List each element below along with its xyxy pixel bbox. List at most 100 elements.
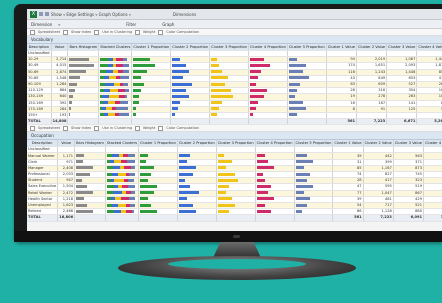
cluster-bar bbox=[211, 70, 223, 74]
stacked-segment bbox=[111, 154, 119, 158]
cluster-bar bbox=[288, 63, 306, 67]
title-bar: X Show ▿ Edge Settings ▿ Graph Options ▿… bbox=[27, 9, 442, 20]
spreadsheet-checkbox[interactable] bbox=[30, 125, 35, 131]
stacked-segment bbox=[127, 184, 135, 188]
stacked-segment bbox=[130, 166, 135, 170]
stacked-segment bbox=[108, 113, 116, 117]
show-index-checkbox[interactable] bbox=[63, 125, 69, 131]
stacked-cluster-cell bbox=[98, 62, 133, 70]
cluster-proportion-cell bbox=[131, 118, 172, 126]
cluster-bar bbox=[217, 191, 226, 195]
stacked-segment bbox=[100, 63, 109, 67]
cluster-bar bbox=[133, 101, 140, 105]
monitor-stand-opening bbox=[168, 259, 306, 269]
cluster-bar bbox=[250, 101, 258, 105]
stacked-segment bbox=[126, 160, 135, 164]
histogram-cell bbox=[74, 214, 106, 222]
ribbon-dimension[interactable]: Dimension bbox=[31, 22, 52, 27]
cluster-bar bbox=[288, 94, 295, 98]
cluster-value-cell: 3,864 bbox=[423, 214, 442, 222]
stacked-segment bbox=[123, 63, 130, 67]
cluster-bar bbox=[250, 57, 264, 61]
cluster-bar bbox=[295, 154, 307, 158]
table-row[interactable]: TOTAL14,808 5617,2236,6715,261 bbox=[27, 118, 442, 126]
bottom-filter-row: Spreadsheet Show Index Use in Clustering… bbox=[27, 125, 442, 133]
cluster-bar bbox=[288, 76, 309, 80]
cluster-bar bbox=[172, 76, 184, 80]
histogram-bar bbox=[76, 172, 91, 176]
stacked-segment bbox=[123, 70, 130, 74]
stacked-cluster-cell bbox=[105, 202, 140, 210]
cluster-bar bbox=[256, 160, 268, 164]
cluster-bar bbox=[133, 70, 148, 74]
monitor-logo bbox=[233, 235, 240, 238]
stacked-segment bbox=[130, 191, 135, 195]
cluster-value-cell: 5,261 bbox=[416, 118, 442, 126]
cluster-bar bbox=[140, 184, 157, 188]
occupation-table: Description Value Bars Histogram Stacked Cl… bbox=[27, 140, 442, 222]
histogram-bar bbox=[76, 197, 85, 201]
row-label: Manual Worker bbox=[27, 152, 59, 160]
monitor-chin bbox=[14, 231, 442, 242]
spreadsheet-checkbox[interactable] bbox=[30, 29, 35, 35]
ribbon-graph[interactable]: Graph bbox=[162, 22, 174, 27]
stacked-cluster-cell bbox=[105, 171, 140, 179]
cluster-bar bbox=[133, 76, 142, 80]
cluster-bar bbox=[256, 166, 274, 170]
filter-label: Color Computation bbox=[166, 126, 200, 131]
bottom-grid-section: Spreadsheet Show Index Use in Clustering… bbox=[27, 125, 442, 222]
cluster-bar bbox=[256, 209, 271, 213]
color-computation-checkbox[interactable] bbox=[158, 125, 164, 131]
stacked-segment bbox=[129, 203, 135, 207]
cluster-proportion-cell bbox=[170, 118, 211, 126]
undo-icon[interactable] bbox=[45, 12, 49, 16]
stacked-segment bbox=[127, 154, 135, 158]
stacked-segment bbox=[131, 209, 134, 213]
weight-checkbox[interactable] bbox=[135, 125, 141, 131]
toolbar-text[interactable]: Show ▿ Edge Settings ▿ Graph Options ▿ bbox=[51, 12, 131, 17]
cluster-bar bbox=[250, 70, 261, 74]
cluster-bar bbox=[133, 113, 137, 117]
section-title[interactable]: Vocabulary bbox=[31, 37, 53, 42]
show-index-checkbox[interactable] bbox=[63, 29, 69, 35]
cluster-bar bbox=[250, 82, 256, 86]
color-computation-checkbox[interactable] bbox=[158, 29, 164, 35]
cluster-bar bbox=[288, 101, 303, 105]
histogram-cell bbox=[67, 118, 100, 126]
cluster-bar bbox=[172, 107, 179, 111]
window-title: Dimensions bbox=[172, 11, 197, 17]
stacked-segment bbox=[106, 70, 114, 74]
ribbon-filter[interactable]: Filter bbox=[126, 22, 136, 27]
stacked-cluster-cell bbox=[98, 93, 133, 101]
cluster-bar bbox=[288, 82, 300, 86]
cluster-bar bbox=[295, 197, 310, 201]
cluster-bar bbox=[250, 113, 253, 117]
use-clustering-checkbox[interactable] bbox=[94, 125, 100, 131]
histogram-cell bbox=[67, 62, 100, 70]
stacked-segment bbox=[119, 113, 130, 117]
save-icon[interactable] bbox=[39, 12, 43, 16]
cluster-bar bbox=[211, 88, 232, 92]
stacked-segment bbox=[109, 76, 117, 80]
stacked-cluster-cell bbox=[105, 165, 140, 173]
cluster-bar bbox=[288, 113, 297, 117]
use-clustering-checkbox[interactable] bbox=[94, 29, 100, 35]
cluster-bar bbox=[250, 63, 270, 67]
cluster-bar bbox=[295, 209, 302, 213]
stacked-segment bbox=[123, 82, 129, 86]
stacked-segment bbox=[106, 209, 114, 213]
cluster-bar bbox=[178, 172, 193, 176]
cluster-bar bbox=[133, 88, 142, 92]
stacked-segment bbox=[128, 197, 135, 201]
cluster-bar bbox=[295, 178, 307, 182]
stacked-cluster-cell bbox=[98, 100, 133, 107]
stacked-segment bbox=[120, 76, 130, 80]
ribbon: Dimension ▿ Filter Graph bbox=[27, 20, 442, 29]
table-row[interactable]: TOTAL16,806 5617,2236,0913,864 bbox=[27, 214, 442, 222]
ribbon-arrow[interactable]: ▿ bbox=[58, 22, 60, 27]
row-label: TOTAL bbox=[27, 118, 52, 126]
cluster-bar bbox=[217, 184, 229, 188]
weight-checkbox[interactable] bbox=[135, 29, 141, 35]
app-window: X Show ▿ Edge Settings ▿ Graph Options ▿… bbox=[27, 9, 442, 231]
section-title[interactable]: Occupation bbox=[31, 133, 54, 138]
